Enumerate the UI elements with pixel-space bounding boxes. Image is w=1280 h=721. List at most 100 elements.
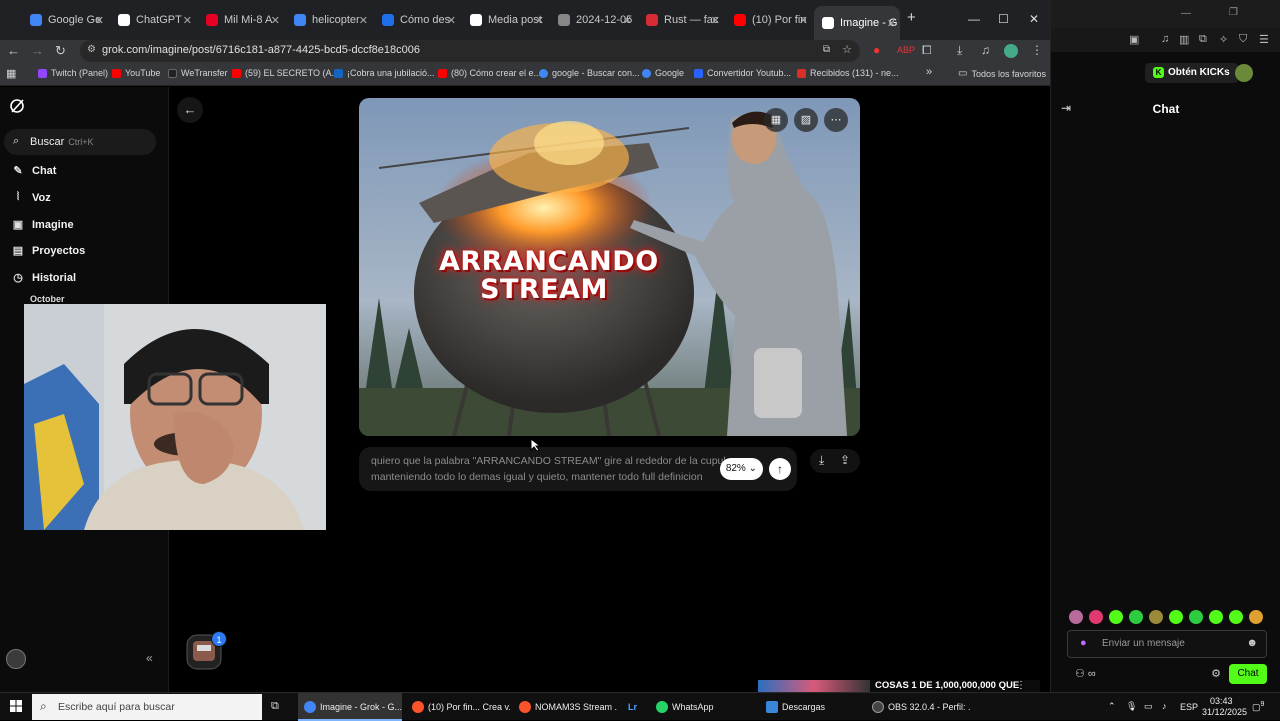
more-bookmarks-button[interactable]: » bbox=[926, 66, 932, 78]
user-avatar[interactable] bbox=[6, 649, 26, 669]
bookmark-item[interactable]: (80) Cómo crear el e... bbox=[438, 68, 541, 78]
music-icon[interactable]: ♫ bbox=[1161, 33, 1169, 45]
video-frame-icon[interactable]: ▦ bbox=[764, 108, 788, 132]
emote-icon[interactable] bbox=[1089, 610, 1103, 624]
extension-icon[interactable]: ● bbox=[873, 43, 880, 57]
all-bookmarks-folder[interactable]: ▭ Todos los favoritos bbox=[958, 68, 1046, 79]
bookmark-item[interactable]: WeTransfer bbox=[168, 68, 228, 78]
back-button[interactable]: ← bbox=[177, 97, 203, 123]
close-icon[interactable]: ✕ bbox=[95, 14, 104, 27]
browser-tab[interactable]: Rust — fac ✕ bbox=[646, 8, 724, 32]
more-options-icon[interactable]: ⋯ bbox=[824, 108, 848, 132]
browser-tab[interactable]: helicopter ✕ bbox=[294, 8, 372, 32]
adblock-icon[interactable]: ABP bbox=[897, 45, 915, 55]
taskbar-item-brave-2[interactable]: NOMAM3S Stream ... bbox=[513, 693, 617, 721]
download-icon[interactable]: ⤓ bbox=[819, 453, 824, 468]
media-control-icon[interactable]: ♫ bbox=[981, 43, 990, 57]
taskbar-item-brave-1[interactable]: (10) Por fin... Crea v... bbox=[406, 693, 510, 721]
task-view-icon[interactable]: ⧉ bbox=[271, 700, 279, 713]
get-kicks-button[interactable]: K Obtén KICKs bbox=[1145, 63, 1238, 83]
browser-tab[interactable]: ChatGPT ✕ bbox=[118, 8, 196, 32]
emote-icon[interactable] bbox=[1229, 610, 1243, 624]
forward-icon[interactable]: → bbox=[31, 43, 44, 58]
ratio-dropdown[interactable]: 82% ⌄ bbox=[719, 458, 763, 480]
browser-menu-icon[interactable]: ⋮ bbox=[1031, 43, 1043, 57]
emote-icon[interactable] bbox=[1069, 610, 1083, 624]
share-icon[interactable]: ⇪ bbox=[840, 453, 850, 467]
bookmark-star-icon[interactable]: ☆ bbox=[842, 43, 852, 56]
close-icon[interactable]: ✕ bbox=[623, 14, 632, 27]
reload-icon[interactable]: ↻ bbox=[55, 43, 66, 59]
collections-icon[interactable]: ⧉ bbox=[1199, 33, 1207, 46]
close-window-icon[interactable]: ✕ bbox=[1029, 12, 1039, 26]
taskbar-item-lightroom[interactable]: Lr bbox=[620, 693, 648, 721]
bookmark-item[interactable]: google - Buscar con... bbox=[539, 68, 640, 78]
emote-icon[interactable] bbox=[1129, 610, 1143, 624]
emote-icon[interactable] bbox=[1189, 610, 1203, 624]
minimize-icon[interactable]: — bbox=[968, 12, 980, 26]
browser-tab[interactable]: Media post ✕ bbox=[470, 8, 548, 32]
extensions-puzzle-icon[interactable]: ⧠ bbox=[922, 43, 932, 58]
browser-tab-active[interactable]: Imagine - G ✕ bbox=[814, 6, 900, 40]
emote-icon[interactable] bbox=[1169, 610, 1183, 624]
microphone-icon[interactable]: ● bbox=[1080, 637, 1087, 649]
clock-time[interactable]: 03:43 bbox=[1210, 696, 1233, 706]
close-icon[interactable]: ✕ bbox=[535, 14, 544, 27]
taskbar-item-descargas[interactable]: Descargas bbox=[760, 693, 864, 721]
browser-tab[interactable]: 2024-12-05 ✕ bbox=[558, 8, 636, 32]
install-app-icon[interactable]: ⧉ bbox=[823, 44, 830, 55]
browser-tab[interactable]: Mil Mi-8 A ✕ bbox=[206, 8, 284, 32]
grok-logo-icon[interactable] bbox=[9, 98, 25, 114]
browser-tab[interactable]: (10) Por fin ✕ bbox=[734, 8, 812, 32]
bookmark-item[interactable]: Convertidor Youtub... bbox=[694, 68, 791, 78]
image-edit-icon[interactable]: ▨ bbox=[794, 108, 818, 132]
taskbar-search-input[interactable]: ⌕ Escribe aquí para buscar bbox=[32, 694, 262, 720]
bookmark-item[interactable]: ¡Cobra una jubilació... bbox=[334, 68, 435, 78]
network-icon[interactable]: ▭ bbox=[1144, 701, 1153, 712]
send-button[interactable]: ↑ bbox=[769, 458, 791, 480]
emoji-icon[interactable]: ☻ bbox=[1246, 637, 1258, 649]
extensions-icon[interactable]: ✧ bbox=[1219, 33, 1228, 46]
close-icon[interactable]: ✕ bbox=[447, 14, 456, 27]
apps-grid-icon[interactable]: ▦ bbox=[6, 67, 16, 80]
shield-icon[interactable]: ⛉ bbox=[1239, 33, 1247, 46]
taskbar-item-whatsapp[interactable]: WhatsApp bbox=[650, 693, 754, 721]
sidebar-item-voz[interactable]: ⦚ Voz bbox=[12, 191, 51, 204]
bookmark-item[interactable]: Recibidos (131) - ne... bbox=[797, 68, 899, 78]
download-icon[interactable]: ⤓ bbox=[957, 43, 962, 58]
windows-start-icon[interactable] bbox=[10, 700, 22, 712]
browser-tab[interactable]: Google Ge ✕ bbox=[30, 8, 108, 32]
menu-icon[interactable]: ☰ bbox=[1259, 33, 1269, 46]
browser-tab[interactable]: Cómo des ✕ bbox=[382, 8, 460, 32]
close-icon[interactable]: ✕ bbox=[887, 17, 896, 30]
sidebar-icon[interactable]: ▥ bbox=[1179, 33, 1189, 46]
prompt-box[interactable]: quiero que la palabra "ARRANCANDO STREAM… bbox=[359, 447, 797, 491]
sidebar-item-proyectos[interactable]: ▤ Proyectos bbox=[12, 244, 85, 258]
sidebar-item-imagine[interactable]: ▣ Imagine bbox=[12, 218, 74, 232]
points-infinity-icon[interactable]: ⚇ ∞ bbox=[1075, 667, 1096, 680]
new-tab-icon[interactable]: + bbox=[907, 9, 916, 26]
close-icon[interactable]: ✕ bbox=[711, 14, 720, 27]
microphone-icon[interactable]: 🎙︎ bbox=[1126, 701, 1137, 712]
bookmark-item[interactable]: Google bbox=[642, 68, 684, 78]
emote-icon[interactable] bbox=[1109, 610, 1123, 624]
sidebar-item-historial[interactable]: ◷ Historial bbox=[12, 271, 76, 285]
emote-icon[interactable] bbox=[1249, 610, 1263, 624]
close-icon[interactable]: ✕ bbox=[271, 14, 280, 27]
clock-date[interactable]: 31/12/2025 bbox=[1202, 707, 1247, 717]
close-icon[interactable]: ✕ bbox=[359, 14, 368, 27]
bookmark-item[interactable]: YouTube bbox=[112, 68, 160, 78]
close-icon[interactable]: ✕ bbox=[183, 14, 192, 27]
generated-image[interactable]: ARRANCANDO STREAM ▦ ▨ ⋯ bbox=[359, 98, 860, 436]
close-icon[interactable]: ✕ bbox=[799, 14, 808, 27]
profile-avatar[interactable] bbox=[1004, 44, 1018, 58]
overlay-more-icon[interactable]: ⋮ bbox=[1016, 680, 1026, 691]
chat-send-button[interactable]: Chat bbox=[1229, 664, 1267, 684]
gear-icon[interactable]: ⚙ bbox=[1211, 667, 1221, 680]
collapse-sidebar-button[interactable]: « bbox=[146, 651, 153, 665]
volume-icon[interactable]: ♪ bbox=[1162, 701, 1167, 711]
bookmark-item[interactable]: (59) EL SECRETO (A... bbox=[232, 68, 339, 78]
screenshot-icon[interactable]: ▣ bbox=[1129, 33, 1139, 46]
chevron-up-icon[interactable]: ⌃ bbox=[1108, 701, 1116, 712]
notification-widget[interactable]: 1 bbox=[185, 631, 227, 671]
